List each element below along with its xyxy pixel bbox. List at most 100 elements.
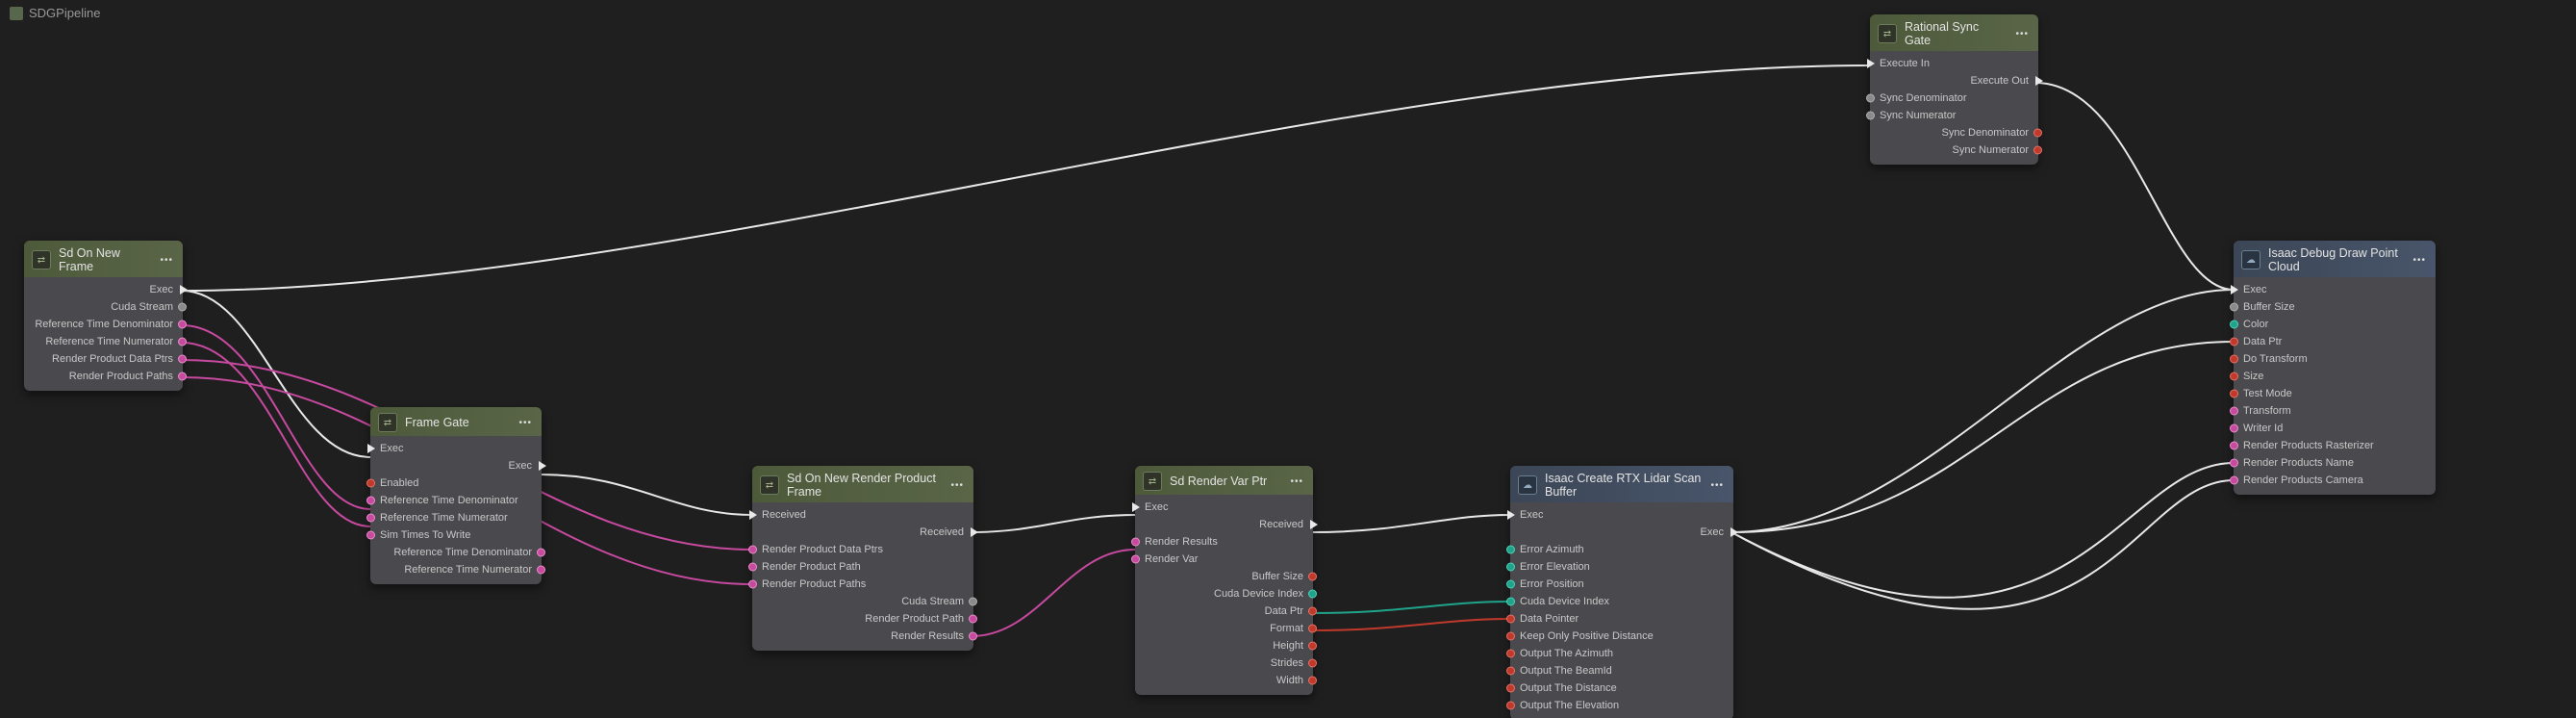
port-ref-time-denom-out[interactable]: Reference Time Denominator: [370, 544, 542, 561]
port-rp-rasterizer-in[interactable]: Render Products Rasterizer: [2234, 437, 2436, 454]
port-rparticulier-paths-in[interactable]: Render Product Paths: [752, 576, 973, 593]
ellipsis-icon[interactable]: •••: [950, 480, 964, 491]
port-format-out[interactable]: Format: [1135, 620, 1313, 637]
port-sync-denom-in[interactable]: Sync Denominator: [1870, 90, 2038, 107]
ellipsis-icon[interactable]: •••: [1290, 476, 1303, 487]
ellipsis-icon[interactable]: •••: [518, 418, 532, 428]
port-label: Execute Out: [1970, 75, 2029, 87]
node-sd-render-var-ptr[interactable]: ⇄ Sd Render Var Ptr ••• Exec Received Re…: [1135, 466, 1313, 695]
port-rp-path-in[interactable]: Render Product Path: [752, 558, 973, 576]
port-rp-data-ptrs-in[interactable]: Render Product Data Ptrs: [752, 541, 973, 558]
port-rp-name-in[interactable]: Render Products Name: [2234, 454, 2436, 472]
port-sim-times-in[interactable]: Sim Times To Write: [370, 526, 542, 544]
port-do-transform-in[interactable]: Do Transform: [2234, 350, 2436, 368]
port-received-out[interactable]: Received: [1135, 516, 1313, 533]
ellipsis-icon[interactable]: •••: [2412, 255, 2426, 266]
node-header[interactable]: ⇄ Sd On New Render Product Frame •••: [752, 466, 973, 502]
port-buffer-size-out[interactable]: Buffer Size: [1135, 568, 1313, 585]
port-label: Output The Distance: [1520, 682, 1617, 694]
port-ref-time-numer-in[interactable]: Reference Time Numerator: [370, 509, 542, 526]
port-error-azimuth-in[interactable]: Error Azimuth: [1510, 541, 1733, 558]
port-ref-time-numer-out[interactable]: Reference Time Numerator: [370, 561, 542, 578]
port-data-ptr-in[interactable]: Data Ptr: [2234, 333, 2436, 350]
port-test-mode-in[interactable]: Test Mode: [2234, 385, 2436, 402]
port-ref-time-denom-in[interactable]: Reference Time Denominator: [370, 492, 542, 509]
port-writer-id-in[interactable]: Writer Id: [2234, 420, 2436, 437]
port-label: Exec: [150, 284, 173, 295]
node-sd-on-new-rpf[interactable]: ⇄ Sd On New Render Product Frame ••• Rec…: [752, 466, 973, 651]
port-label: Output The Azimuth: [1520, 648, 1613, 659]
ellipsis-icon[interactable]: •••: [1710, 480, 1724, 491]
port-keep-pos-dist-in[interactable]: Keep Only Positive Distance: [1510, 628, 1733, 645]
port-label: Received: [762, 509, 806, 521]
ellipsis-icon[interactable]: •••: [2015, 29, 2029, 39]
port-label: Sync Denominator: [1880, 92, 1967, 104]
port-transform-in[interactable]: Transform: [2234, 402, 2436, 420]
port-exec-out[interactable]: Exec: [1510, 524, 1733, 541]
port-ref-time-numer-out[interactable]: Reference Time Numerator: [24, 333, 183, 350]
port-render-var-in[interactable]: Render Var: [1135, 551, 1313, 568]
port-render-results-out[interactable]: Render Results: [752, 628, 973, 645]
port-label: Render Product Data Ptrs: [52, 353, 173, 365]
port-sync-denom-out[interactable]: Sync Denominator: [1870, 124, 2038, 141]
node-header[interactable]: ⇄ Sd On New Frame •••: [24, 241, 183, 277]
port-out-distance-in[interactable]: Output The Distance: [1510, 680, 1733, 697]
port-data-pointer-in[interactable]: Data Pointer: [1510, 610, 1733, 628]
port-label: Exec: [509, 460, 532, 472]
node-header[interactable]: ⇄ Frame Gate •••: [370, 407, 542, 436]
ellipsis-icon[interactable]: •••: [160, 255, 173, 266]
port-render-results-in[interactable]: Render Results: [1135, 533, 1313, 551]
port-out-beamid-in[interactable]: Output The BeamId: [1510, 662, 1733, 680]
port-height-out[interactable]: Height: [1135, 637, 1313, 654]
port-rp-camera-in[interactable]: Render Products Camera: [2234, 472, 2436, 489]
port-error-elevation-in[interactable]: Error Elevation: [1510, 558, 1733, 576]
port-buffer-size-in[interactable]: Buffer Size: [2234, 298, 2436, 316]
port-rp-path-out[interactable]: Render Product Path: [752, 610, 973, 628]
node-header[interactable]: ☁ Isaac Debug Draw Point Cloud •••: [2234, 241, 2436, 277]
node-isaac-debug-draw[interactable]: ☁ Isaac Debug Draw Point Cloud ••• Exec …: [2234, 241, 2436, 495]
port-cuda-stream-out[interactable]: Cuda Stream: [24, 298, 183, 316]
port-received-out[interactable]: Received: [752, 524, 973, 541]
port-label: Buffer Size: [2243, 301, 2295, 313]
port-rp-paths-out[interactable]: Render Product Paths: [24, 368, 183, 385]
node-title: Frame Gate: [405, 416, 511, 429]
port-exec-out[interactable]: Exec: [24, 281, 183, 298]
port-data-ptr-out[interactable]: Data Ptr: [1135, 603, 1313, 620]
port-cuda-stream-out[interactable]: Cuda Stream: [752, 593, 973, 610]
port-exec-out[interactable]: Exec: [370, 457, 542, 474]
port-rp-data-ptrs-out[interactable]: Render Product Data Ptrs: [24, 350, 183, 368]
port-exec-in[interactable]: Exec: [2234, 281, 2436, 298]
port-out-elevation-in[interactable]: Output The Elevation: [1510, 697, 1733, 714]
node-header[interactable]: ⇄ Rational Sync Gate •••: [1870, 14, 2038, 51]
port-enabled-in[interactable]: Enabled: [370, 474, 542, 492]
node-sd-on-new-frame[interactable]: ⇄ Sd On New Frame ••• Exec Cuda Stream R…: [24, 241, 183, 391]
breadcrumb[interactable]: SDGPipeline: [10, 6, 100, 20]
port-exec-in[interactable]: Exec: [1510, 506, 1733, 524]
port-execute-in[interactable]: Execute In: [1870, 55, 2038, 72]
node-title: Sd On New Render Product Frame: [787, 472, 943, 499]
node-header[interactable]: ☁ Isaac Create RTX Lidar Scan Buffer •••: [1510, 466, 1733, 502]
node-frame-gate[interactable]: ⇄ Frame Gate ••• Exec Exec Enabled Refer…: [370, 407, 542, 584]
node-rational-sync-gate[interactable]: ⇄ Rational Sync Gate ••• Execute In Exec…: [1870, 14, 2038, 165]
port-ref-time-denom-out[interactable]: Reference Time Denominator: [24, 316, 183, 333]
port-size-in[interactable]: Size: [2234, 368, 2436, 385]
port-label: Sync Numerator: [1880, 110, 1956, 121]
port-received-in[interactable]: Received: [752, 506, 973, 524]
port-cuda-idx-in[interactable]: Cuda Device Index: [1510, 593, 1733, 610]
node-header[interactable]: ⇄ Sd Render Var Ptr •••: [1135, 466, 1313, 495]
node-isaac-create-rtx[interactable]: ☁ Isaac Create RTX Lidar Scan Buffer •••…: [1510, 466, 1733, 718]
port-exec-in[interactable]: Exec: [370, 440, 542, 457]
port-exec-in[interactable]: Exec: [1135, 499, 1313, 516]
port-width-out[interactable]: Width: [1135, 672, 1313, 689]
port-cuda-idx-out[interactable]: Cuda Device Index: [1135, 585, 1313, 603]
port-strides-out[interactable]: Strides: [1135, 654, 1313, 672]
port-error-position-in[interactable]: Error Position: [1510, 576, 1733, 593]
port-label: Height: [1273, 640, 1303, 652]
port-label: Keep Only Positive Distance: [1520, 630, 1654, 642]
port-sync-numer-in[interactable]: Sync Numerator: [1870, 107, 2038, 124]
port-color-in[interactable]: Color: [2234, 316, 2436, 333]
graph-icon: ⇄: [32, 250, 51, 269]
port-sync-numer-out[interactable]: Sync Numerator: [1870, 141, 2038, 159]
port-execute-out[interactable]: Execute Out: [1870, 72, 2038, 90]
port-out-azimuth-in[interactable]: Output The Azimuth: [1510, 645, 1733, 662]
